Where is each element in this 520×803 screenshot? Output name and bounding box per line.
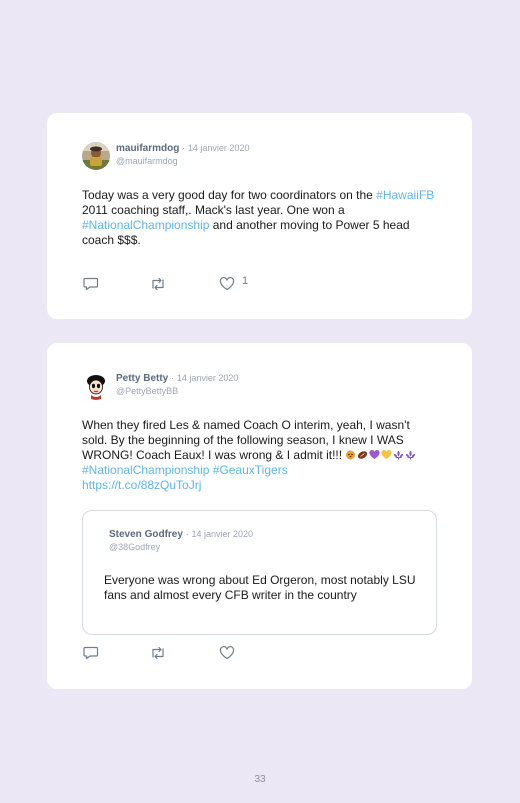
reply-icon[interactable]	[83, 646, 99, 660]
hashtag-link[interactable]: #HawaiiFB	[376, 188, 434, 202]
tweet-date[interactable]: 14 janvier 2020	[188, 143, 250, 153]
emoji-group	[345, 448, 417, 462]
quoted-tweet[interactable]: Steven Godfrey · 14 janvier 2020 @38Godf…	[82, 510, 437, 635]
like-count: 1	[242, 275, 249, 287]
tweet-date[interactable]: 14 janvier 2020	[177, 373, 239, 383]
quoted-tweet-date[interactable]: 14 janvier 2020	[191, 529, 253, 539]
tweet-text: Today was a very good day for two coordi…	[82, 188, 435, 247]
football-emoji	[357, 449, 368, 459]
quoted-tweet-text: Everyone was wrong about Ed Orgeron, mos…	[104, 573, 416, 602]
separator: ·	[185, 529, 189, 539]
fleur-de-lis-emoji	[405, 449, 416, 460]
avatar[interactable]	[82, 372, 110, 400]
quoted-author-name[interactable]: Steven Godfrey	[109, 529, 183, 540]
retweet-icon[interactable]	[150, 277, 166, 291]
like-icon[interactable]	[219, 645, 235, 660]
retweet-icon[interactable]	[150, 646, 166, 660]
separator: ·	[182, 143, 186, 153]
quoted-author-handle[interactable]: @38Godfrey	[109, 542, 160, 552]
hashtag-link[interactable]: #NationalChampionship	[82, 463, 209, 477]
author-handle[interactable]: @mauifarmdog	[116, 156, 178, 166]
author-name[interactable]: mauifarmdog	[116, 143, 179, 154]
hashtag-link[interactable]: #GeauxTigers	[213, 463, 288, 477]
purple-heart-emoji	[369, 449, 380, 459]
avatar[interactable]	[82, 142, 110, 170]
fleur-de-lis-emoji	[393, 449, 404, 460]
page-number: 33	[254, 774, 266, 785]
reply-icon[interactable]	[83, 277, 99, 291]
url-link[interactable]: https://t.co/88zQuToJrj	[82, 478, 201, 492]
hashtag-link[interactable]: #NationalChampionship	[82, 218, 209, 232]
like-icon[interactable]	[219, 276, 235, 291]
author-handle[interactable]: @PettyBettyBB	[116, 386, 178, 396]
author-name[interactable]: Petty Betty	[116, 373, 168, 384]
tweet-card: mauifarmdog · 14 janvier 2020 @mauifarmd…	[47, 113, 472, 319]
tiger-face-emoji	[345, 449, 356, 460]
yellow-heart-emoji	[381, 449, 392, 459]
separator: ·	[171, 373, 175, 383]
tweet-text: When they fired Les & named Coach O inte…	[82, 418, 427, 493]
tweet-card: Petty Betty · 14 janvier 2020 @PettyBett…	[47, 343, 472, 689]
